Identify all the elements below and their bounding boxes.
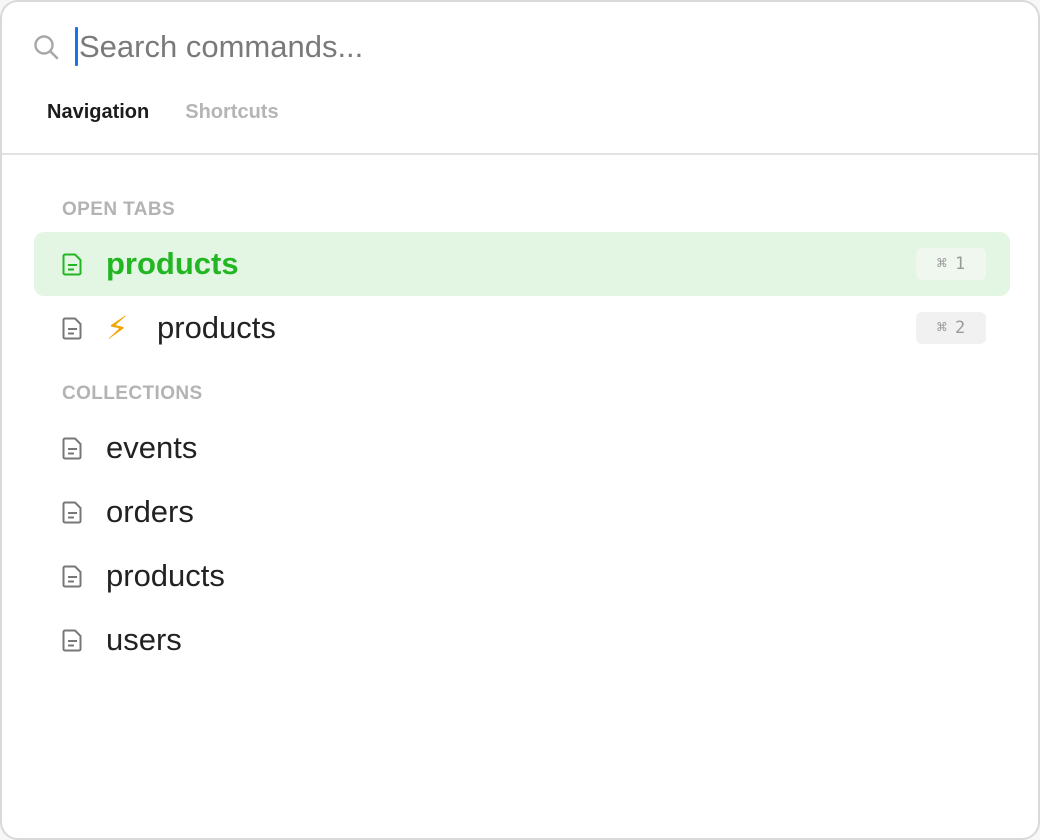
shortcut-badge: ⌘ 1 [916,248,986,280]
collection-label: users [106,622,182,657]
document-icon [62,317,82,340]
collection-label: orders [106,494,194,529]
command-key-icon: ⌘ [936,318,947,338]
divider [2,153,1038,155]
search-icon [34,35,59,60]
collection-label: products [106,558,225,593]
open-tab-label: products [106,246,239,281]
section-label-collections: COLLECTIONS [62,383,203,404]
document-icon [62,437,82,460]
collection-item[interactable]: users [34,608,1010,672]
lightning-bolt-icon: ⚡ [106,309,129,347]
collection-item[interactable]: products [34,544,1010,608]
tab-shortcuts[interactable]: Shortcuts [185,98,278,130]
command-key-icon: ⌘ [936,254,947,274]
shortcut-number: 2 [955,318,966,338]
search-bar [2,2,1038,92]
open-tab-item[interactable]: products ⌘ 1 [34,232,1010,296]
open-tab-item[interactable]: ⚡ products ⌘ 2 [34,296,1010,360]
document-icon [62,501,82,524]
search-input[interactable] [79,22,979,72]
collection-item[interactable]: events [34,416,1010,480]
shortcut-badge: ⌘ 2 [916,312,986,344]
tab-navigation[interactable]: Navigation [47,98,149,130]
command-palette: Navigation Shortcuts OPEN TABS products … [0,0,1040,840]
shortcut-number: 1 [955,254,966,274]
open-tab-label: products [157,310,276,345]
text-caret [75,27,78,66]
document-icon [62,629,82,652]
collection-label: events [106,430,198,465]
collection-item[interactable]: orders [34,480,1010,544]
tab-bar: Navigation Shortcuts [47,98,279,130]
section-label-open-tabs: OPEN TABS [62,199,176,220]
document-icon [62,565,82,588]
document-icon [62,253,82,276]
